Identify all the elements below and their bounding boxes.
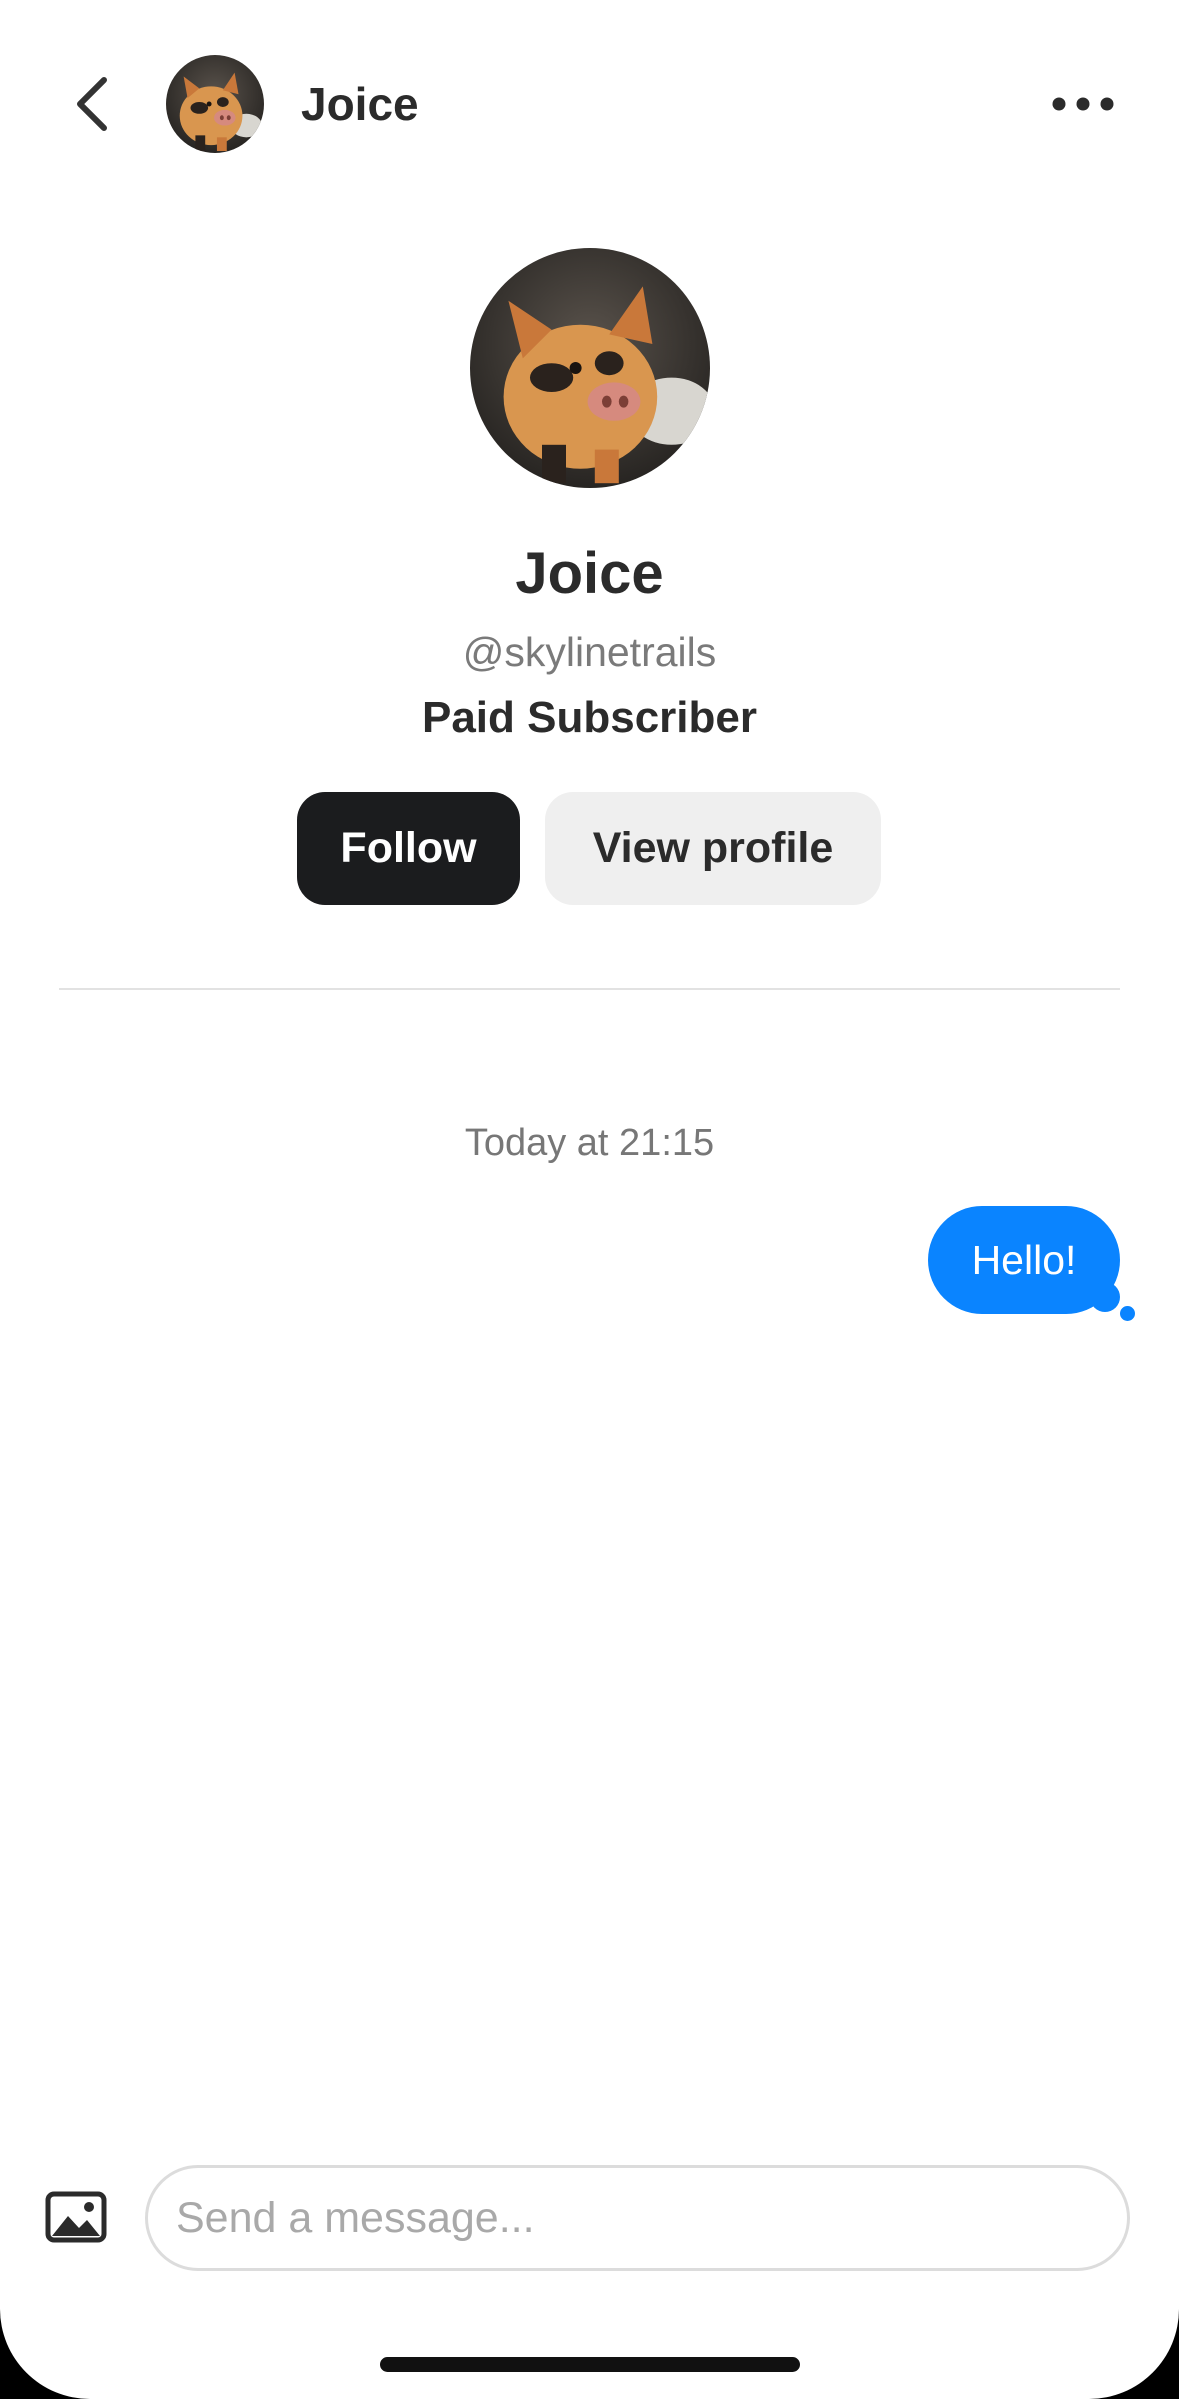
bubble-tail-dot <box>1120 1306 1135 1321</box>
profile-name: Joice <box>515 541 664 606</box>
home-indicator[interactable] <box>380 2357 800 2372</box>
back-button[interactable] <box>62 68 122 140</box>
message-input[interactable] <box>145 2165 1130 2271</box>
more-options-button[interactable] <box>1050 86 1116 122</box>
chevron-left-icon <box>77 77 107 131</box>
profile-handle: @skylinetrails <box>462 629 717 675</box>
chat-screen: Joice Joice @skylinetrails Paid Subscrib… <box>0 0 1179 2399</box>
header-contact-name[interactable]: Joice <box>301 74 419 134</box>
divider <box>59 988 1120 990</box>
view-profile-button[interactable]: View profile <box>545 792 881 905</box>
subscriber-status: Paid Subscriber <box>421 693 757 742</box>
piglet-avatar-image <box>470 248 710 488</box>
message-timestamp: Today at 21:15 <box>464 1122 715 1164</box>
bubble-tail <box>1090 1282 1120 1312</box>
message-bubble-sent[interactable]: Hello! <box>928 1206 1138 1326</box>
ellipsis-icon <box>1052 97 1114 111</box>
attach-image-button[interactable] <box>45 2191 107 2243</box>
piglet-avatar-image <box>166 55 264 153</box>
image-icon <box>45 2191 107 2243</box>
profile-avatar[interactable] <box>470 248 710 488</box>
follow-button[interactable]: Follow <box>297 792 520 905</box>
header-avatar[interactable] <box>166 55 264 153</box>
